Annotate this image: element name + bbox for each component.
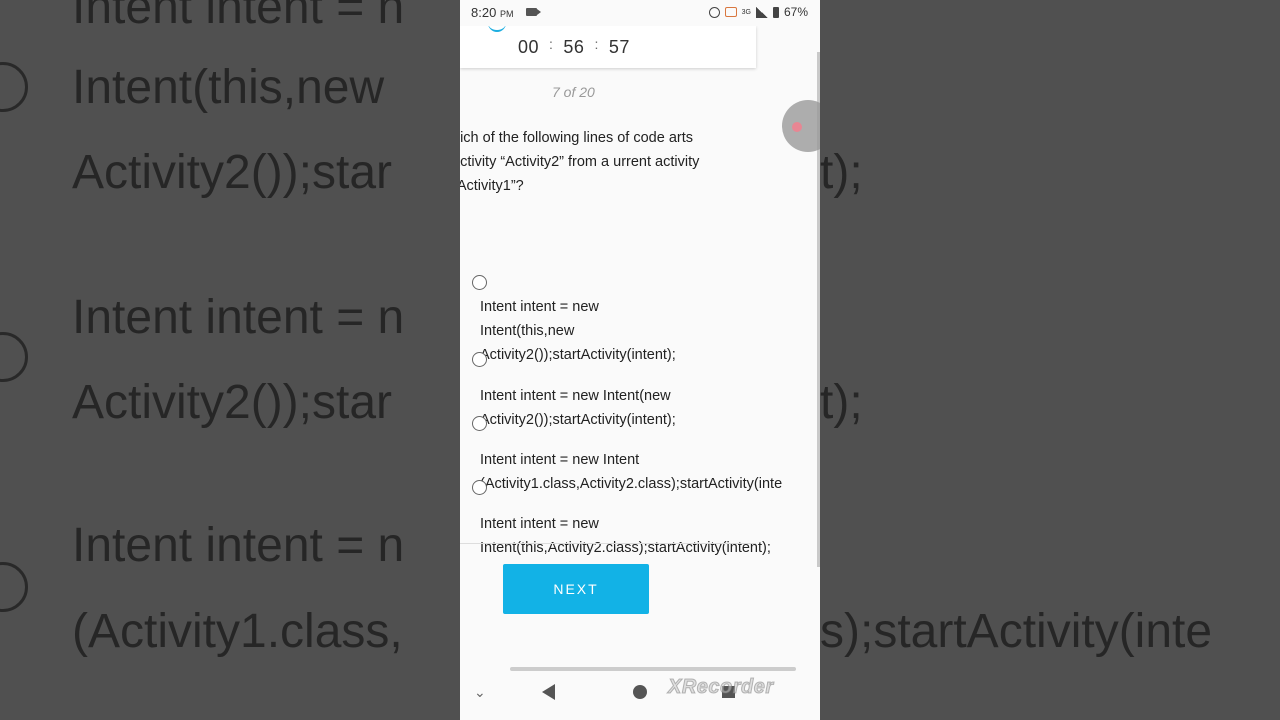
cast-icon — [724, 7, 737, 17]
status-time: 8:20 PM — [471, 5, 514, 20]
bg-line: t); — [820, 376, 863, 429]
bg-radio — [0, 62, 28, 112]
bg-line: s);startActivity(inte — [820, 605, 1213, 658]
bg-radio — [0, 332, 28, 382]
timer-hours: 00 — [518, 37, 540, 57]
radio-button[interactable] — [472, 275, 487, 290]
phone-screen: 8:20 PM 3G 67% 00 : 56 : 57 7 of 20 hich… — [460, 0, 820, 720]
battery-percent: 67% — [783, 5, 808, 19]
network-type: 3G — [741, 8, 751, 16]
status-bar: 8:20 PM 3G 67% — [460, 0, 820, 26]
battery-icon — [772, 6, 779, 18]
watermark: XRecorder — [668, 676, 774, 699]
countdown-timer: 00 : 56 : 57 — [518, 36, 630, 58]
home-icon[interactable] — [633, 685, 647, 699]
radio-button[interactable] — [472, 352, 487, 367]
timer-seconds: 57 — [608, 37, 630, 57]
question-text: hich of the following lines of code arts… — [460, 130, 700, 194]
bg-line: t); — [820, 146, 863, 199]
answer-option[interactable]: Intent intent = new Intent(this,Activity… — [472, 464, 820, 560]
chevron-down-icon[interactable]: ⌄ — [474, 684, 486, 701]
option-label: Intent intent = new Intent(this,Activity… — [480, 516, 771, 556]
bg-line: Activity2());star — [72, 376, 393, 429]
signal-icon — [755, 6, 768, 18]
status-icons: 3G 67% — [708, 5, 808, 19]
next-button[interactable]: NEXT — [503, 564, 649, 614]
video-record-icon — [526, 8, 541, 16]
bg-radio — [0, 562, 28, 612]
timer-separator: : — [549, 36, 554, 52]
radio-button[interactable] — [472, 416, 487, 431]
bg-line: (Activity1.class, — [72, 605, 403, 658]
back-icon[interactable] — [542, 684, 555, 700]
bg-line: Activity2());star — [72, 146, 393, 199]
alarm-icon — [708, 6, 720, 18]
question-counter: 7 of 20 — [552, 84, 595, 100]
bg-line: Intent intent = n — [72, 519, 405, 572]
radio-button[interactable] — [472, 480, 487, 495]
bg-line: Intent intent = n — [72, 0, 405, 34]
divider — [460, 543, 756, 544]
timer-separator: : — [594, 36, 599, 52]
floating-record-button[interactable] — [782, 100, 820, 152]
timer-minutes: 56 — [563, 37, 585, 57]
bg-line: Intent(this,new — [72, 61, 385, 114]
bg-line: Intent intent = n — [72, 291, 405, 344]
timer-card: 00 : 56 : 57 — [460, 26, 756, 68]
